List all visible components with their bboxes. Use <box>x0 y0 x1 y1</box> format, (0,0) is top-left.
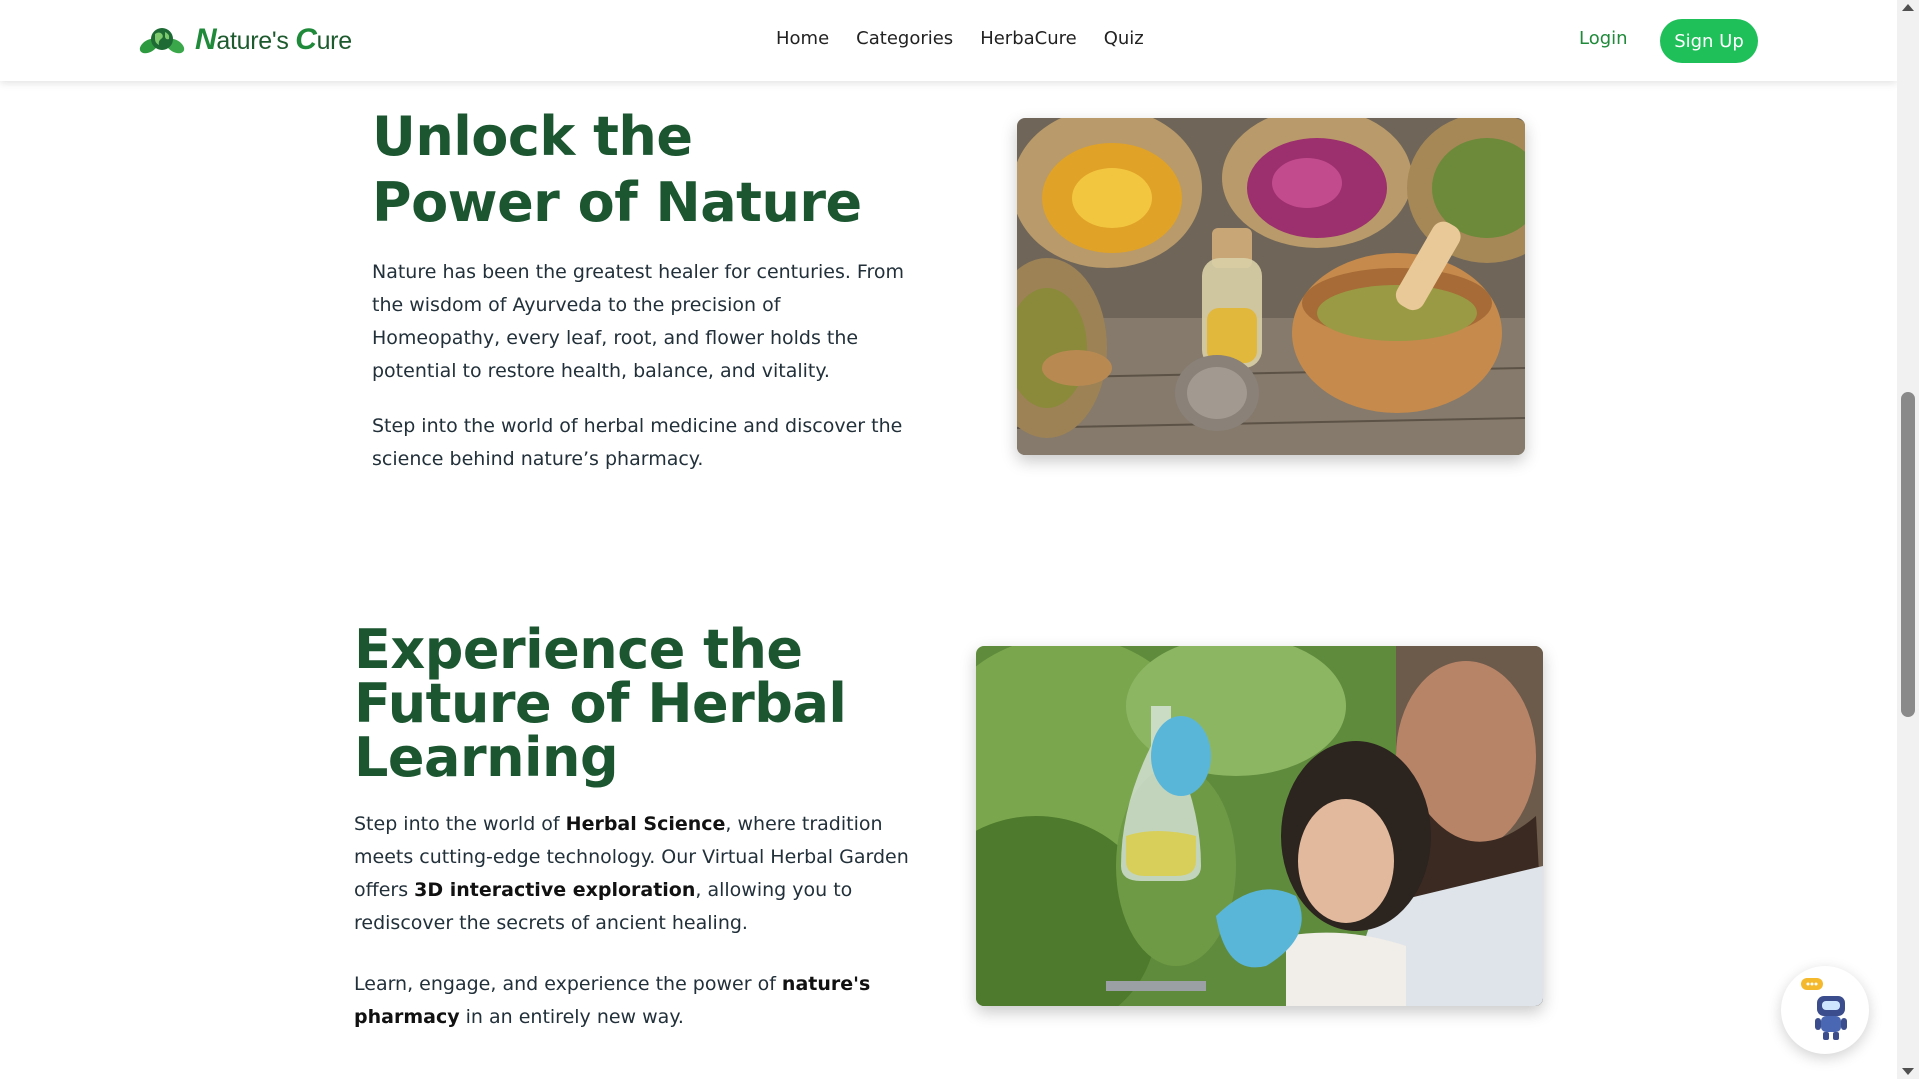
section2-paragraph-2: Learn, engage, and experience the power … <box>354 973 871 1028</box>
section1-paragraph-2: Step into the world of herbal medicine a… <box>372 415 903 470</box>
herbs-mortar-image <box>1017 118 1525 455</box>
herbs-illustration <box>1017 118 1525 455</box>
signup-button[interactable]: Sign Up <box>1660 19 1758 63</box>
nav-home[interactable]: Home <box>776 28 829 49</box>
section2-paragraph-1: Step into the world of Herbal Science, w… <box>354 813 909 934</box>
login-link[interactable]: Login <box>1579 28 1628 49</box>
navbar: Nature's Cure Home Categories HerbaCure … <box>0 0 1897 81</box>
section1-title: Unlock the Power of Nature <box>372 105 862 234</box>
scientists-illustration <box>976 646 1543 1006</box>
section1-paragraph-1: Nature has been the greatest healer for … <box>372 261 905 382</box>
robot-chat-icon <box>1801 978 1847 1040</box>
page-scrollbar[interactable] <box>1897 0 1919 1079</box>
main-nav: Home Categories HerbaCure Quiz <box>776 28 1144 49</box>
scroll-down-icon[interactable] <box>1902 1068 1914 1075</box>
brand-logo-link[interactable]: Nature's Cure <box>139 22 352 58</box>
scroll-up-icon[interactable] <box>1902 4 1914 11</box>
section2-title: Experience the Future of Herbal Learning <box>354 618 847 789</box>
nav-categories[interactable]: Categories <box>856 28 953 49</box>
scroll-thumb[interactable] <box>1901 392 1915 717</box>
chatbot-button[interactable] <box>1781 966 1869 1054</box>
globe-leaf-icon <box>139 28 185 54</box>
brand-name: Nature's Cure <box>195 23 352 56</box>
nav-quiz[interactable]: Quiz <box>1104 28 1144 49</box>
nav-herbacure[interactable]: HerbaCure <box>980 28 1077 49</box>
scientists-lab-image <box>976 646 1543 1006</box>
